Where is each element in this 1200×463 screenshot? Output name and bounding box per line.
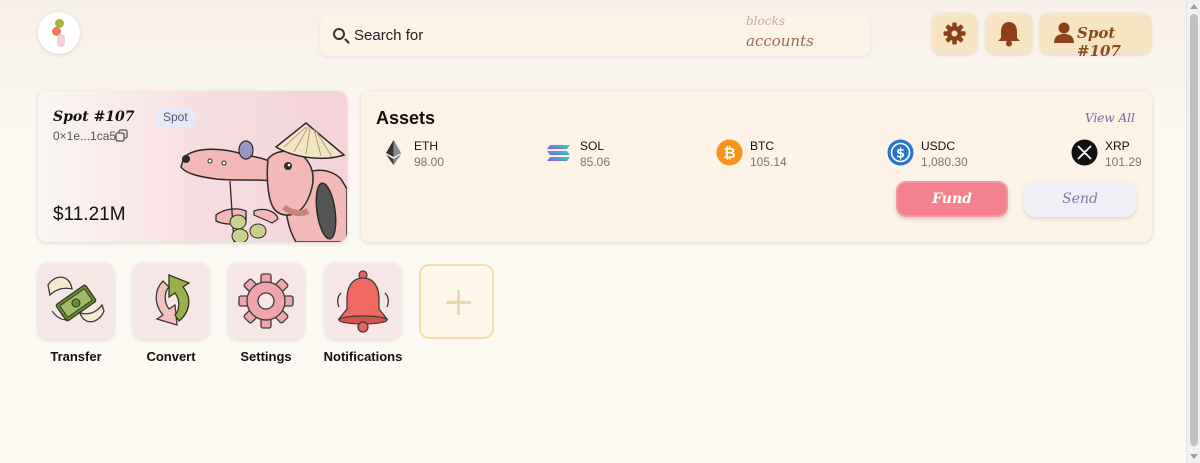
profile-balance: $11.21M <box>53 204 126 225</box>
asset-amount: 101.29 <box>1105 155 1142 169</box>
asset-symbol: BTC <box>750 139 774 153</box>
search-rotating-prev: blocks <box>746 16 785 26</box>
add-action-button[interactable] <box>419 264 494 339</box>
settings-button[interactable] <box>932 13 977 54</box>
view-all-link[interactable]: View All <box>1085 111 1135 125</box>
notifications-tile[interactable] <box>325 263 401 339</box>
profile-card[interactable]: Spot #107 Spot 0×1e...1ca5 $11.21M <box>38 91 347 242</box>
page-scrollbar[interactable] <box>1186 0 1200 463</box>
bell-icon <box>998 22 1020 47</box>
asset-xrp[interactable]: XRP 101.29 <box>1071 137 1151 169</box>
search-label: Search for <box>354 27 424 44</box>
search-rotating-word: accounts <box>746 32 814 50</box>
usdc-icon: $ <box>887 139 914 166</box>
gear-icon <box>238 273 294 329</box>
user-icon <box>1054 22 1074 43</box>
asset-btc[interactable]: ₿ BTC 105.14 <box>716 137 826 169</box>
send-button[interactable]: Send <box>1024 181 1136 217</box>
notifications-button[interactable] <box>986 13 1032 54</box>
asset-amount: 1,080.30 <box>921 155 968 169</box>
svg-text:₿: ₿ <box>723 144 735 162</box>
flying-money-icon <box>47 276 105 323</box>
dog-avatar-art <box>180 122 347 242</box>
asset-sol[interactable]: SOL 85.06 <box>546 137 656 169</box>
settings-tile[interactable] <box>228 263 304 339</box>
convert-label: Convert <box>146 349 196 364</box>
asset-symbol: XRP <box>1105 139 1130 153</box>
account-name: Spot #107 <box>1077 24 1121 60</box>
svg-text:$: $ <box>896 147 905 162</box>
transfer-tile[interactable] <box>38 263 114 339</box>
transfer-label: Transfer <box>50 349 102 364</box>
asset-eth[interactable]: ETH 98.00 <box>380 137 490 169</box>
convert-arrows-icon <box>155 274 191 326</box>
search-icon <box>333 28 345 40</box>
asset-symbol: ETH <box>414 139 438 153</box>
fund-button[interactable]: Fund <box>896 181 1008 217</box>
bell-icon <box>337 270 389 333</box>
asset-amount: 98.00 <box>414 155 445 169</box>
asset-amount: 105.14 <box>750 155 787 169</box>
wallet-address: 0×1e...1ca5 <box>53 129 117 143</box>
convert-tile[interactable] <box>133 263 209 339</box>
solana-icon <box>547 145 570 161</box>
ethereum-icon <box>386 140 401 165</box>
scroll-down-arrow[interactable] <box>1190 454 1198 459</box>
asset-usdc[interactable]: $ USDC 1,080.30 <box>887 137 1007 169</box>
asset-symbol: USDC <box>921 139 956 153</box>
settings-label: Settings <box>240 349 292 364</box>
search-bar[interactable]: Search for blocks accounts <box>320 15 870 56</box>
asset-amount: 85.06 <box>580 155 611 169</box>
account-button[interactable]: Spot #107 <box>1040 13 1151 60</box>
asset-symbol: SOL <box>580 139 605 153</box>
bitcoin-icon: ₿ <box>716 139 743 166</box>
profile-name: Spot #107 <box>53 109 135 125</box>
gear-icon <box>943 22 966 45</box>
notifications-label: Notifications <box>323 349 403 364</box>
xrp-icon <box>1071 139 1098 166</box>
copy-icon[interactable] <box>115 129 128 142</box>
app-logo[interactable] <box>38 12 80 54</box>
scroll-thumb[interactable] <box>1190 14 1198 446</box>
scroll-up-arrow[interactable] <box>1190 4 1198 9</box>
assets-card: Assets View All ETH 98.00 SOL 85.06 ₿ BT… <box>361 91 1152 242</box>
plus-icon-vertical <box>457 290 460 315</box>
assets-title: Assets <box>376 108 436 128</box>
logo-dot-pink <box>57 34 65 47</box>
